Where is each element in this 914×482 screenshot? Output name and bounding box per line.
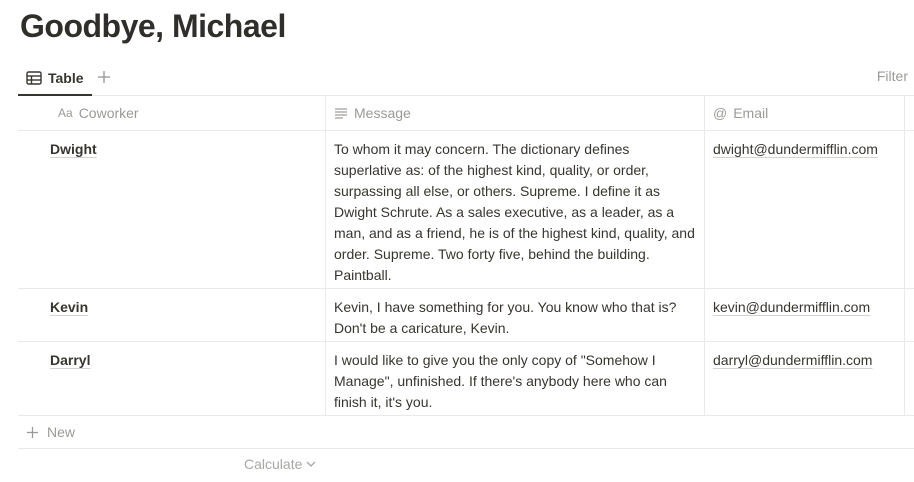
view-bar: Table Filter: [18, 62, 914, 96]
email-link[interactable]: kevin@dundermifflin.com: [713, 299, 870, 315]
column-header-coworker[interactable]: Aa Coworker: [18, 96, 326, 130]
coworker-name[interactable]: Dwight: [50, 141, 97, 157]
row-spacer: [905, 131, 914, 288]
at-icon: @: [713, 104, 728, 121]
new-row-button[interactable]: New: [18, 416, 914, 449]
calculate-label: Calculate: [244, 456, 303, 472]
new-row-label: New: [47, 424, 76, 440]
plus-icon: [97, 70, 111, 84]
database-table: Aa Coworker Message @ Email Dwight To wh…: [18, 96, 914, 449]
column-header-message[interactable]: Message: [326, 96, 705, 130]
text-property-icon: Aa: [58, 105, 73, 120]
cell-message[interactable]: Kevin, I have something for you. You kno…: [326, 289, 705, 341]
table-row[interactable]: Dwight To whom it may concern. The dicti…: [18, 131, 914, 289]
table-row[interactable]: Darryl I would like to give you the only…: [18, 342, 914, 416]
calculate-button[interactable]: Calculate: [244, 456, 316, 472]
table-icon: [26, 71, 48, 85]
cell-message[interactable]: I would like to give you the only copy o…: [326, 342, 705, 415]
tab-table-label: Table: [48, 70, 84, 86]
cell-message[interactable]: To whom it may concern. The dictionary d…: [326, 131, 705, 288]
column-header-label: Email: [733, 104, 769, 121]
cell-coworker: Dwight: [18, 131, 326, 288]
lines-icon: [334, 107, 348, 119]
email-link[interactable]: dwight@dundermifflin.com: [713, 141, 878, 157]
plus-icon: [26, 426, 39, 439]
add-view-button[interactable]: [94, 67, 114, 87]
filter-button[interactable]: Filter: [877, 68, 908, 84]
cell-coworker: Darryl: [18, 342, 326, 415]
cell-email: kevin@dundermifflin.com: [705, 289, 905, 341]
column-header-label: Coworker: [78, 104, 139, 121]
cell-email: dwight@dundermifflin.com: [705, 131, 905, 288]
table-row[interactable]: Kevin Kevin, I have something for you. Y…: [18, 289, 914, 342]
table-header: Aa Coworker Message @ Email: [18, 96, 914, 131]
tab-table[interactable]: Table: [18, 62, 92, 96]
row-spacer: [905, 342, 914, 415]
page-title: Goodbye, Michael: [20, 8, 286, 44]
row-spacer: [905, 289, 914, 341]
coworker-name[interactable]: Darryl: [50, 352, 90, 368]
column-header-email[interactable]: @ Email: [705, 96, 905, 130]
email-link[interactable]: darryl@dundermifflin.com: [713, 352, 872, 368]
cell-email: darryl@dundermifflin.com: [705, 342, 905, 415]
column-spacer: [905, 96, 914, 130]
column-header-label: Message: [354, 104, 411, 121]
coworker-name[interactable]: Kevin: [50, 299, 88, 315]
cell-coworker: Kevin: [18, 289, 326, 341]
chevron-down-icon: [306, 460, 316, 468]
